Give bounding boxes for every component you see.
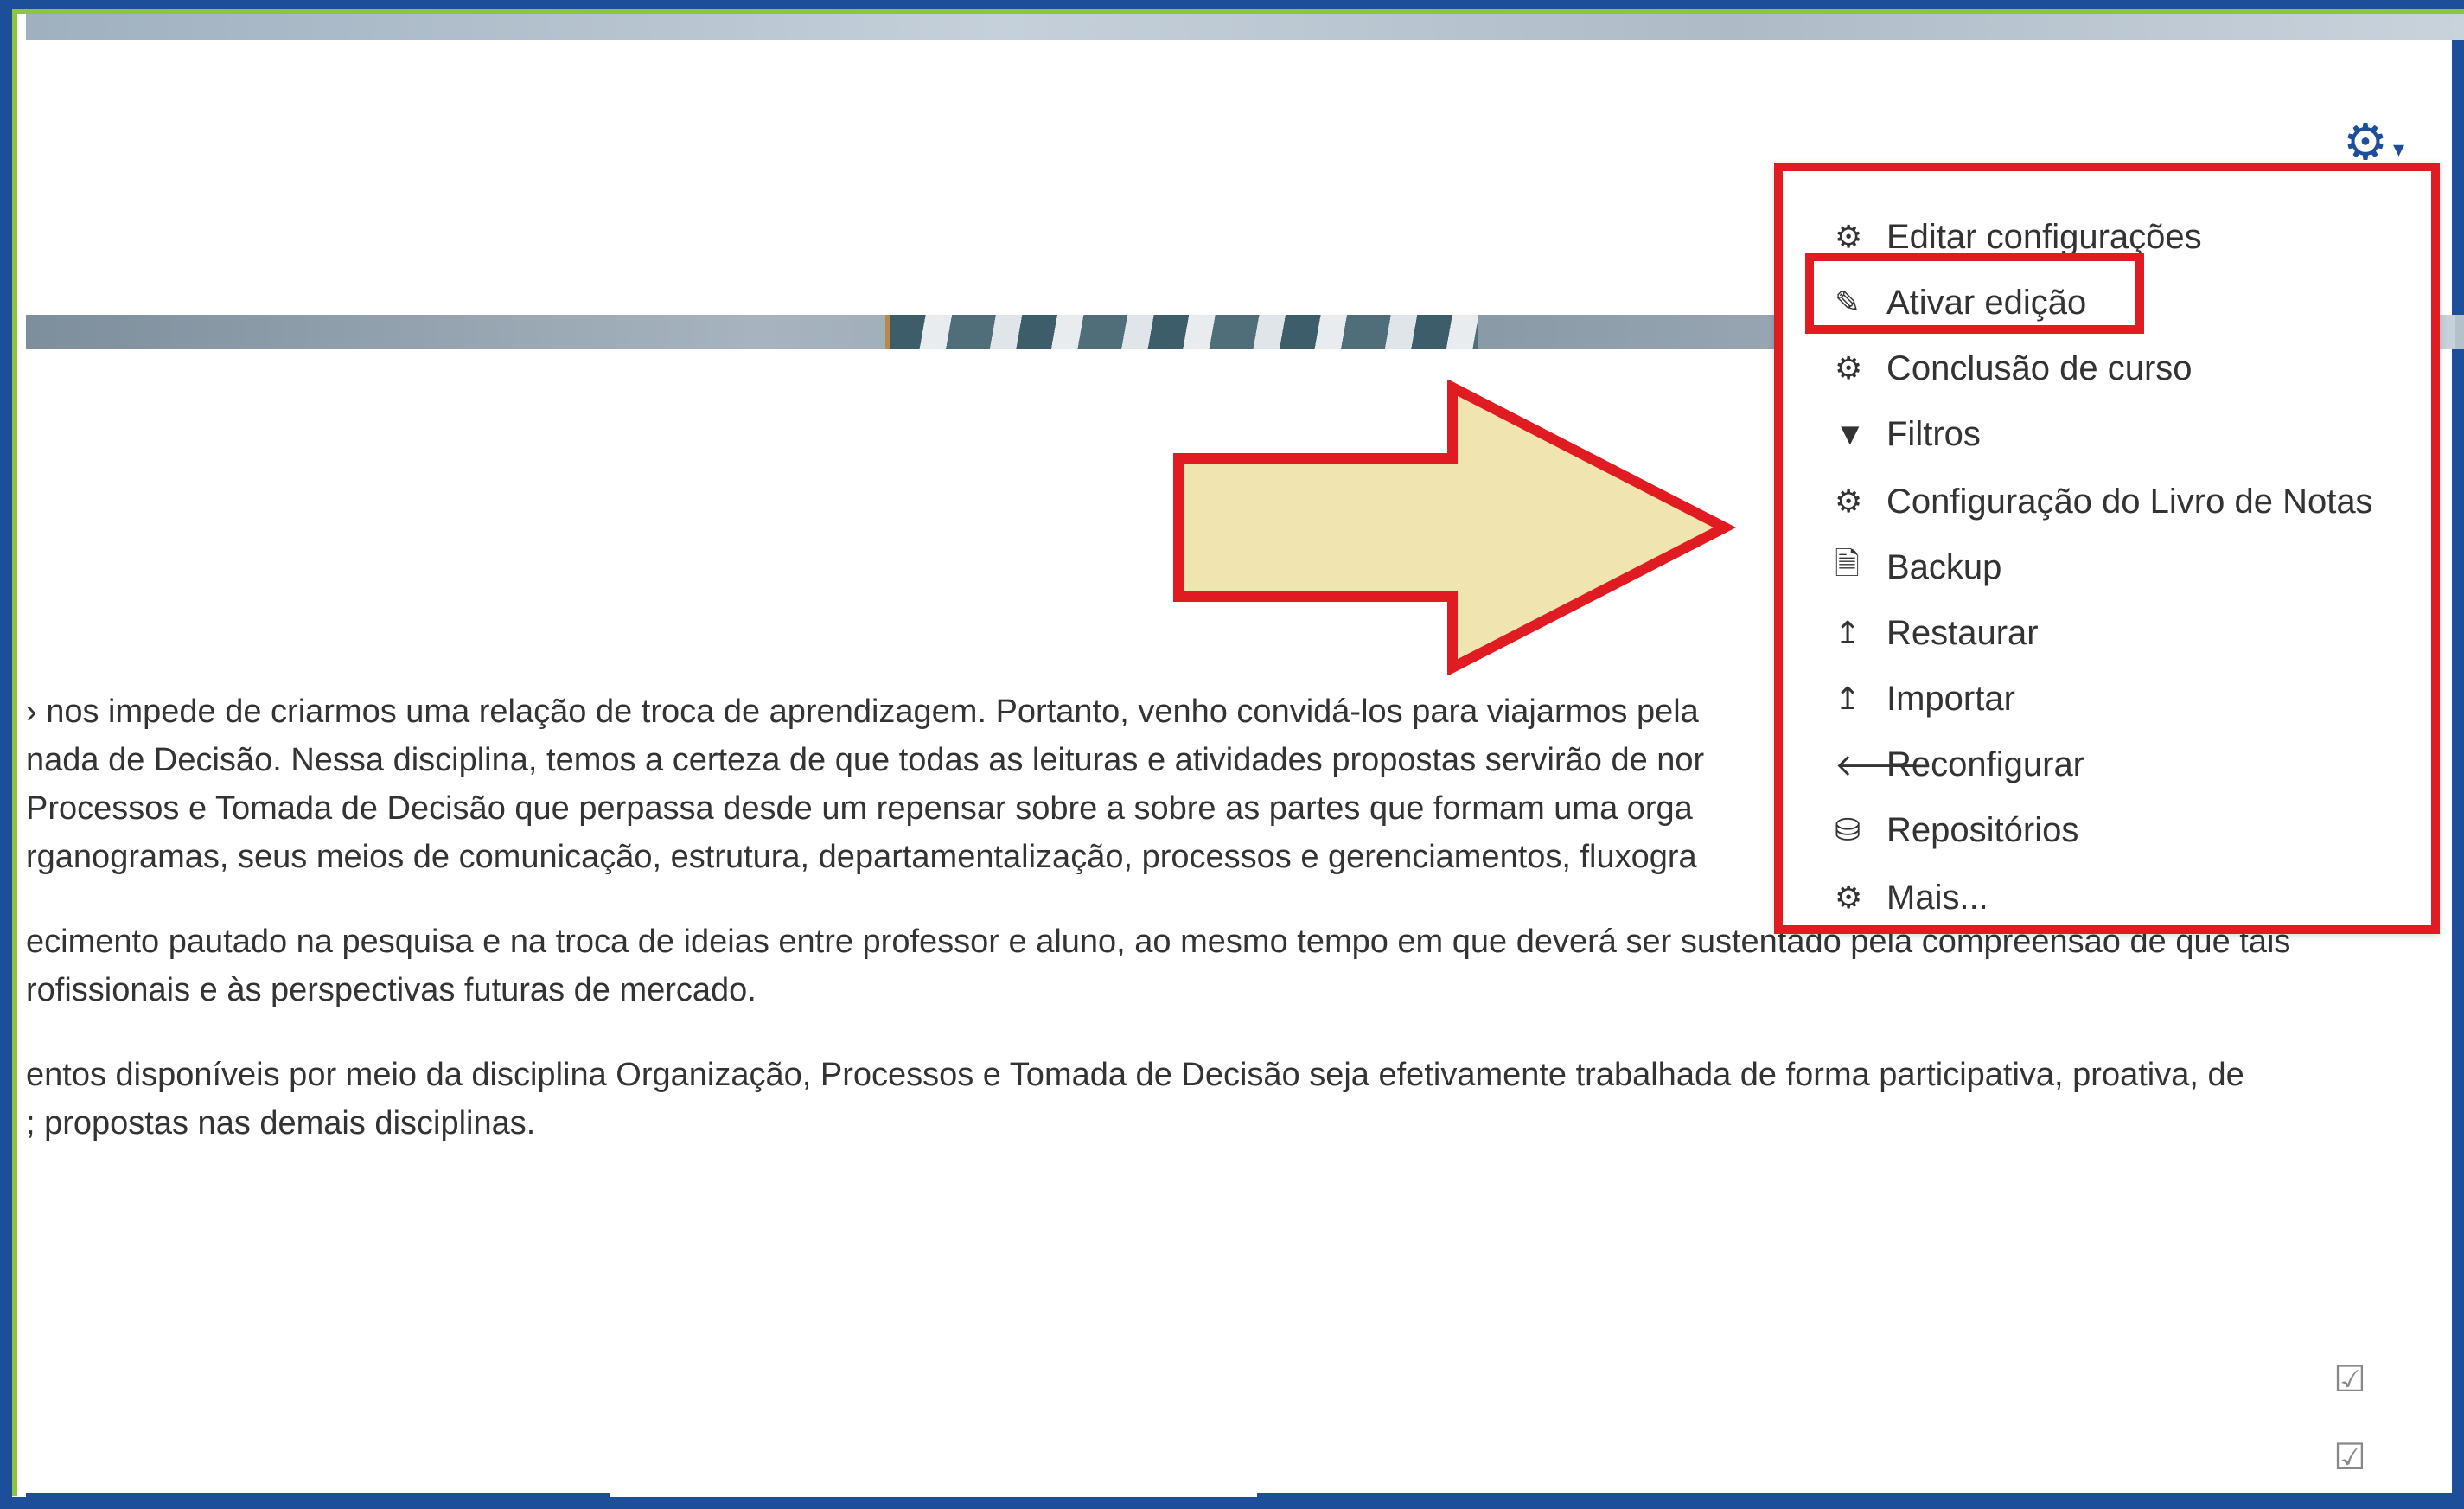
- upload-icon: ↥: [1835, 615, 1861, 650]
- menu-item-import[interactable]: ↥ Importar: [1835, 673, 2015, 725]
- menu-item-more[interactable]: ⚙ Mais...: [1835, 872, 1988, 924]
- bottom-divider-right: [1257, 1493, 2464, 1503]
- menu-item-label: Importar: [1886, 679, 2015, 718]
- upload-icon: ↥: [1835, 681, 1861, 716]
- gear-icon: ⚙: [1835, 350, 1863, 386]
- menu-item-label: Restaurar: [1886, 613, 2039, 652]
- paragraph-line: entos disponíveis por meio da disciplina…: [26, 1057, 2244, 1093]
- menu-item-label: Reconfigurar: [1886, 745, 2085, 783]
- paragraph-line: rofissionais e às perspectivas futuras d…: [26, 972, 756, 1008]
- menu-item-label: Mais...: [1886, 878, 1988, 917]
- bottom-divider-left: [26, 1493, 610, 1503]
- gear-icon: ⚙: [2343, 114, 2388, 170]
- gear-icon: ⚙: [1835, 219, 1863, 254]
- arrow-left-icon: 🡐: [1835, 747, 1918, 783]
- paragraph-line: ; propostas nas demais disciplinas.: [26, 1105, 536, 1141]
- menu-item-label: Editar configurações: [1886, 217, 2202, 256]
- menu-item-restore[interactable]: ↥ Restaurar: [1835, 607, 2039, 659]
- course-settings-menu-button[interactable]: ⚙ ▾: [2343, 117, 2429, 169]
- drive-icon: ⛁: [1835, 812, 1861, 847]
- menu-item-label: Filtros: [1886, 414, 1981, 453]
- menu-item-filters[interactable]: ▼ Filtros: [1835, 408, 1981, 460]
- top-banner-strip: [26, 14, 2464, 40]
- large-arrow-annotation: [1173, 380, 1737, 675]
- menu-item-repositories[interactable]: ⛁ Repositórios: [1835, 804, 2078, 856]
- menu-item-label: Repositórios: [1886, 810, 2079, 849]
- gear-icon: ⚙: [1835, 483, 1863, 519]
- checkbox-checked-icon[interactable]: ☑: [2333, 1361, 2367, 1397]
- menu-item-backup[interactable]: 🗎 Backup: [1835, 541, 2001, 593]
- checkbox-checked-icon[interactable]: ☑: [2333, 1439, 2367, 1475]
- menu-item-reset[interactable]: 🡐 Reconfigurar: [1835, 739, 2084, 790]
- menu-item-course-completion[interactable]: ⚙ Conclusão de curso: [1835, 342, 2193, 394]
- highlight-turn-editing-on: [1805, 253, 2144, 334]
- menu-item-gradebook-setup[interactable]: ⚙ Configuração do Livro de Notas: [1835, 476, 2373, 528]
- chevron-down-icon: ▾: [2393, 135, 2405, 162]
- menu-item-label: Conclusão de curso: [1886, 348, 2193, 387]
- menu-item-label: Configuração do Livro de Notas: [1886, 482, 2373, 521]
- file-archive-icon: 🗎: [1835, 545, 1860, 581]
- gear-icon: ⚙: [1835, 879, 1863, 915]
- filter-icon: ▼: [1835, 416, 1866, 451]
- banner-map-image: [890, 315, 1478, 349]
- menu-item-label: Backup: [1886, 547, 2002, 586]
